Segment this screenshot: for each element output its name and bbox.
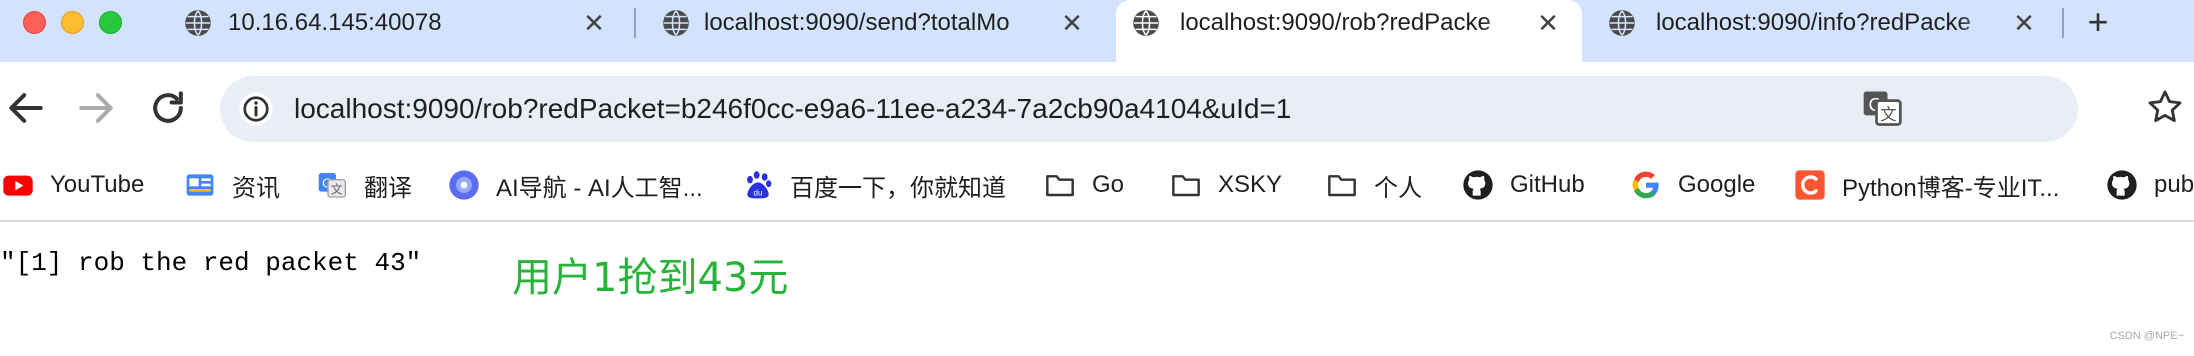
bookmark-news[interactable]: 资讯 xyxy=(184,165,280,205)
svg-text:du: du xyxy=(754,189,763,198)
csdn-icon xyxy=(1795,170,1825,200)
folder-icon xyxy=(1046,175,1074,197)
tab-title: localhost:9090/info?redPacke xyxy=(1656,9,1971,36)
url-text[interactable]: localhost:9090/rob?redPacket=b246f0cc-e9… xyxy=(294,93,1291,125)
address-bar[interactable]: localhost:9090/rob?redPacket=b246f0cc-e9… xyxy=(220,76,2078,142)
site-info-icon[interactable] xyxy=(238,91,274,127)
bookmark-star-icon[interactable] xyxy=(2146,88,2184,126)
globe-icon xyxy=(1609,10,1635,36)
close-tab-icon[interactable]: ✕ xyxy=(2010,9,2038,37)
new-tab-button[interactable]: + xyxy=(2080,4,2116,40)
tab-2[interactable]: localhost:9090/rob?redPacke ✕ xyxy=(1116,0,1582,62)
tab-title: localhost:9090/rob?redPacke xyxy=(1180,9,1491,36)
bookmark-ai-nav[interactable]: AI导航 - AI人工智... xyxy=(448,165,703,205)
close-tab-icon[interactable]: ✕ xyxy=(1534,9,1562,37)
news-icon xyxy=(186,174,214,196)
tab-1[interactable]: localhost:9090/send?totalMo ✕ xyxy=(640,0,1106,62)
ai-nav-icon xyxy=(449,170,479,200)
close-tab-icon[interactable]: ✕ xyxy=(1058,9,1086,37)
baidu-icon: du xyxy=(747,171,772,199)
bookmark-youtube[interactable]: YouTube xyxy=(2,165,144,205)
maximize-window-button[interactable] xyxy=(99,11,122,34)
annotation-text: 用户1抢到43元 xyxy=(512,255,789,301)
bookmark-translate[interactable]: G 文 翻译 xyxy=(316,165,412,205)
tab-separator xyxy=(2062,8,2064,38)
forward-icon[interactable] xyxy=(74,86,118,130)
globe-icon xyxy=(663,10,689,36)
bookmark-baidu[interactable]: du 百度一下，你就知道 xyxy=(742,165,1006,205)
tab-separator xyxy=(634,8,636,38)
globe-icon xyxy=(185,10,211,36)
translate-icon[interactable]: G 文 xyxy=(1860,86,1904,130)
globe-icon xyxy=(1133,10,1159,36)
tab-0[interactable]: 10.16.64.145:40078 ✕ xyxy=(162,0,628,62)
google-icon xyxy=(1632,171,1659,199)
github-icon xyxy=(1463,170,1493,200)
bookmarks-bar: YouTube 资讯 G 文 翻译 AI导航 - AI人工智... xyxy=(0,154,2194,222)
bookmark-folder-personal[interactable]: 个人 xyxy=(1326,165,1422,205)
bookmark-google[interactable]: Google xyxy=(1630,165,1755,205)
bookmark-pub[interactable]: pub xyxy=(2106,165,2194,205)
bookmark-folder-xsky[interactable]: XSKY xyxy=(1170,165,1282,205)
tab-title: localhost:9090/send?totalMo xyxy=(704,9,1010,36)
svg-text:文: 文 xyxy=(331,182,343,197)
reload-icon[interactable] xyxy=(146,86,190,130)
tab-3[interactable]: localhost:9090/info?redPacke ✕ xyxy=(1592,0,2058,62)
folder-icon xyxy=(1172,175,1200,197)
svg-text:文: 文 xyxy=(1880,105,1897,124)
close-tab-icon[interactable]: ✕ xyxy=(580,9,608,37)
tab-strip: 10.16.64.145:40078 ✕ localhost:9090/send… xyxy=(0,0,2194,62)
translate-icon: G 文 xyxy=(318,173,346,198)
folder-icon xyxy=(1328,175,1356,197)
bookmark-csdn[interactable]: Python博客-专业IT... xyxy=(1794,165,2059,205)
bookmark-github[interactable]: GitHub xyxy=(1462,165,1585,205)
close-window-button[interactable] xyxy=(23,11,46,34)
tab-title: 10.16.64.145:40078 xyxy=(228,9,442,36)
watermark: CSDN @NPE~ xyxy=(2109,330,2184,342)
github-icon xyxy=(2107,170,2137,200)
response-text: "[1] rob the red packet 43" xyxy=(0,248,422,278)
toolbar: localhost:9090/rob?redPacket=b246f0cc-e9… xyxy=(0,62,2194,154)
back-icon[interactable] xyxy=(4,86,48,130)
youtube-icon xyxy=(3,175,33,196)
minimize-window-button[interactable] xyxy=(61,11,84,34)
bookmark-folder-go[interactable]: Go xyxy=(1044,165,1124,205)
